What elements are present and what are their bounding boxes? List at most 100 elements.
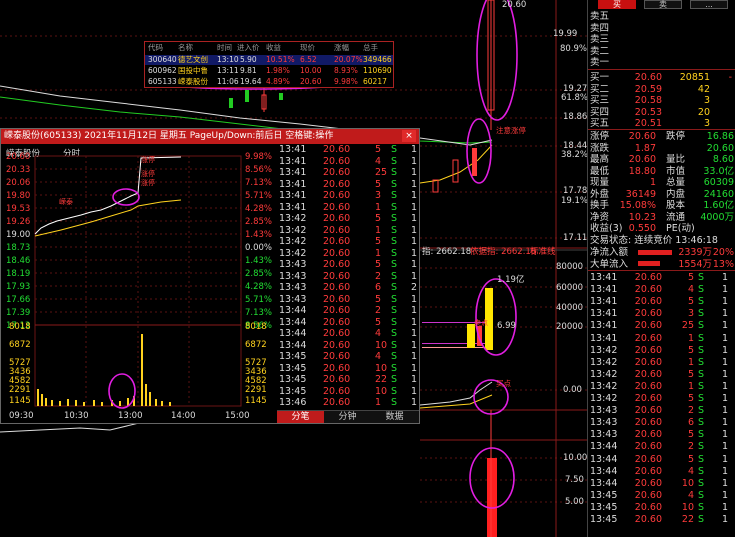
tick-cell: 20.60	[323, 385, 351, 397]
tick-list[interactable]: 13:41 20.60 5 S 1 13:41 20.60 4 S 1 13:41 20.60 25 S 1…	[277, 144, 419, 410]
tick-cell: S	[391, 328, 398, 339]
tick-row: 13:43 20.60 2 S 1	[277, 271, 419, 283]
tab-data[interactable]: 数据	[371, 411, 418, 423]
tick-cell: 2	[375, 305, 382, 316]
tick-row: 13:42 20.60 5 S 1	[277, 236, 419, 248]
quote-cell: 20.59	[634, 83, 662, 95]
quote-cell: 13:45	[590, 514, 618, 525]
quote-cell: 1	[722, 356, 729, 368]
quote-panel[interactable]: 买 卖 ... 卖五 卖四 卖三 卖二 卖一 买一 20.60 20851- 买二 20.59 42…	[587, 0, 735, 537]
quote-cell: 1.87	[634, 142, 656, 154]
vol-axis-label: 8018	[9, 322, 31, 332]
quote-cell: 交易状态: 连续竞价 13:46:18	[590, 235, 718, 246]
popup-row[interactable]: 300640 德艺文创 13:10 5.90 10.51% 6.52 20.07…	[145, 55, 393, 65]
tick-row: 13:42 20.60 1 S 1	[277, 225, 419, 237]
tab-minutes[interactable]: 分钟	[324, 411, 371, 423]
tick-cell: 13:41	[279, 167, 307, 178]
intraday-chart[interactable]	[1, 144, 277, 425]
tick-cell: S	[391, 144, 398, 155]
quote-cell: 20.60	[634, 417, 662, 429]
quote-cell: S	[698, 320, 705, 332]
quote-cell: 总量	[666, 177, 686, 188]
quote-cell: 最低	[590, 165, 610, 177]
tick-cell: 13:45	[279, 374, 307, 385]
tick-cell: 20.60	[323, 247, 351, 259]
tick-cell: 20.60	[323, 362, 351, 374]
more-button[interactable]: ...	[690, 0, 728, 9]
tick-cell: 1	[411, 374, 418, 385]
quote-cell: 20.60	[634, 393, 662, 404]
buy-button[interactable]: 买	[598, 0, 636, 9]
popup-row[interactable]: 605133 嵘泰股份 11:06 19.64 4.89% 20.60 9.98…	[145, 77, 393, 87]
quote-cell: 买一	[590, 72, 610, 83]
quote-cell: 换手	[590, 200, 610, 211]
quote-cell: 20.51	[634, 118, 662, 129]
vol-axis-label: 3436	[9, 367, 31, 377]
quote-cell: 20.60	[634, 380, 662, 392]
price-axis-label: 17.93	[6, 282, 31, 292]
price-label: 18.86	[563, 112, 588, 122]
close-button[interactable]: ×	[402, 130, 416, 142]
tab-trades[interactable]: 分笔	[277, 411, 324, 423]
quote-cell: 净资	[590, 211, 610, 223]
pct-axis-label: 8.56%	[245, 165, 273, 175]
sell-button[interactable]: 卖	[644, 0, 682, 9]
quote-cell: 10.23	[628, 211, 656, 223]
index-label: 指: 2662.18	[422, 247, 472, 257]
tick-cell: 13:41	[279, 144, 307, 155]
stat-row: 收益(3) 0.550 PE(动)	[588, 223, 735, 234]
quote-cell: 13:41	[590, 320, 618, 332]
tick-cell: 20.60	[323, 178, 351, 190]
quote-tick-row: 13:42 20.60 5 S 1	[588, 393, 735, 404]
quote-cell: 20.60	[634, 308, 662, 320]
quote-cell: 20.60	[634, 320, 662, 332]
quote-tick-row: 13:44 20.60 4 S 1	[588, 466, 735, 477]
price-axis-label: 19.80	[6, 191, 31, 201]
tick-cell: 13:43	[279, 259, 307, 270]
intraday-window[interactable]: 嵘泰股份(605133) 2021年11月12日 星期五 PageUp/Down…	[0, 128, 420, 424]
quote-cell: 1	[722, 405, 729, 417]
quote-cell: 5	[687, 429, 694, 441]
quote-cell: 20.60	[634, 72, 662, 83]
quote-cell: 13:43	[590, 405, 618, 417]
quote-tick-row: 13:45 20.60 4 S 1	[588, 490, 735, 501]
quote-cell: 市值	[666, 165, 686, 177]
quote-cell: 1	[722, 489, 729, 501]
quote-cell: S	[698, 453, 705, 465]
stat-row: 最高 20.60 量比 8.60	[588, 154, 735, 165]
quote-cell: 1	[687, 332, 694, 344]
quote-cell: S	[698, 368, 705, 380]
quote-cell: 13:42	[590, 393, 618, 404]
tick-cell: 13:43	[279, 293, 307, 305]
tick-row: 13:41 20.60 3 S 1	[277, 190, 419, 202]
quote-cell: 1554万	[678, 258, 712, 270]
tick-cell: 20.60	[323, 282, 351, 293]
tick-cell: 13:42	[279, 236, 307, 247]
quote-cell: 外盘	[590, 188, 610, 200]
window-tabs[interactable]: 分笔 分钟 数据	[277, 410, 419, 423]
stat-row: 涨停 20.60 跌停 16.86	[588, 131, 735, 142]
vol-axis-label: 6872	[245, 340, 267, 350]
signal-popup-table[interactable]: 代码 名称 时间 进入价 收益 现价 涨幅 总手 300640 德艺文创 13:…	[144, 41, 394, 88]
quote-cell: 买二	[590, 83, 610, 95]
quote-cell: 4	[687, 465, 694, 477]
quote-tick-row: 13:42 20.60 1 S 1	[588, 381, 735, 392]
quote-cell: 1	[687, 356, 694, 368]
window-title[interactable]: 嵘泰股份(605133) 2021年11月12日 星期五 PageUp/Down…	[1, 129, 419, 144]
popup-row[interactable]: 600962 国投中鲁 13:11 9.81 1.98% 10.00 8.93%…	[145, 66, 393, 76]
pct-label: 38.2%	[561, 150, 589, 160]
tick-cell: 13:45	[279, 385, 307, 397]
quote-cell: 33.0亿	[703, 165, 734, 177]
pct-axis-label: 1.43%	[245, 230, 273, 240]
sell-level-row: 卖二	[588, 46, 735, 57]
quote-cell: 15.08%	[619, 200, 656, 211]
price-axis-label: 19.53	[6, 204, 31, 214]
vol-axis-label: 2291	[9, 385, 31, 395]
price-axis-label: 18.19	[6, 269, 31, 279]
tick-cell: 13:45	[279, 362, 307, 374]
tick-cell: 1	[411, 224, 418, 236]
pct-axis-label: 5.71%	[245, 191, 273, 201]
tick-cell: 1	[375, 224, 382, 236]
quote-cell: 20.60	[634, 332, 662, 344]
quote-cell: 3	[687, 308, 694, 320]
